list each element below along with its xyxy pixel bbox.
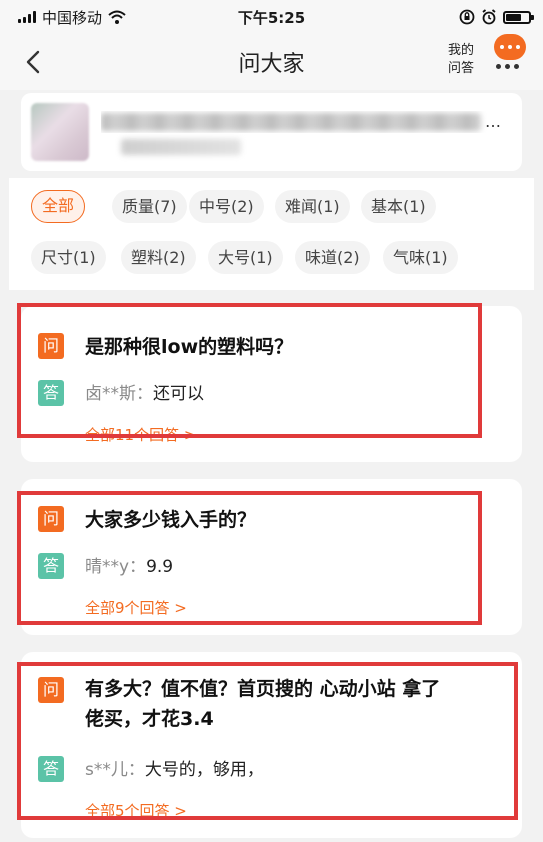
tag-odor[interactable]: 气味(1) (383, 241, 458, 274)
product-title-ellipsis: … (485, 112, 501, 131)
carrier-label: 中国移动 (42, 8, 103, 27)
alarm-icon (482, 9, 496, 25)
highlight-box (17, 491, 482, 625)
product-thumbnail (31, 103, 89, 161)
my-questions-label-2: 问答 (447, 61, 474, 76)
product-title: … (101, 111, 511, 133)
signal-icon (18, 11, 36, 23)
tag-label: 全部 (42, 196, 75, 215)
wifi-icon (108, 10, 126, 24)
highlight-box (17, 303, 482, 438)
back-chevron-icon[interactable] (22, 50, 46, 74)
filter-tags: 全部 质量(7) 中号(2) 难闻(1) 基本(1) 尺寸(1) 塑料(2) 大… (9, 178, 534, 290)
tag-label: 气味(1) (393, 248, 448, 267)
tag-quality[interactable]: 质量(7) (112, 190, 187, 223)
tag-label: 塑料(2) (131, 248, 186, 267)
rotation-lock-icon (459, 9, 475, 25)
more-dots-icon (496, 64, 519, 69)
status-bar: 中国移动 下午5:25 (0, 0, 543, 34)
message-bubble-icon (494, 34, 526, 60)
tag-smelly[interactable]: 难闻(1) (275, 190, 350, 223)
tag-label: 尺寸(1) (41, 248, 96, 267)
tag-label: 大号(1) (218, 248, 273, 267)
product-title-blurred (101, 112, 481, 131)
status-left: 中国移动 (18, 7, 126, 28)
product-subtitle-blurred (121, 139, 241, 155)
battery-level (506, 13, 522, 21)
status-right (459, 9, 534, 25)
tag-large[interactable]: 大号(1) (208, 241, 283, 274)
tag-basic[interactable]: 基本(1) (361, 190, 436, 223)
tag-label: 基本(1) (371, 197, 426, 216)
more-menu-button[interactable] (490, 34, 530, 84)
battery-icon (503, 10, 534, 24)
tag-label: 味道(2) (305, 248, 360, 267)
tag-plastic[interactable]: 塑料(2) (121, 241, 196, 274)
highlight-box (17, 662, 518, 820)
product-card[interactable]: … (21, 93, 522, 171)
tag-label: 中号(2) (199, 197, 254, 216)
status-time: 下午5:25 (237, 8, 306, 27)
tag-taste[interactable]: 味道(2) (295, 241, 370, 274)
tag-label: 质量(7) (122, 197, 177, 216)
tag-label: 难闻(1) (285, 197, 340, 216)
tag-medium[interactable]: 中号(2) (189, 190, 264, 223)
tag-all[interactable]: 全部 (31, 190, 86, 223)
tag-size[interactable]: 尺寸(1) (31, 241, 106, 274)
my-questions-label-1: 我的 (447, 43, 474, 58)
nav-bar: 问大家 我的 问答 (0, 34, 543, 90)
my-questions-button[interactable]: 我的 问答 (444, 42, 478, 78)
page-title: 问大家 (238, 52, 305, 77)
